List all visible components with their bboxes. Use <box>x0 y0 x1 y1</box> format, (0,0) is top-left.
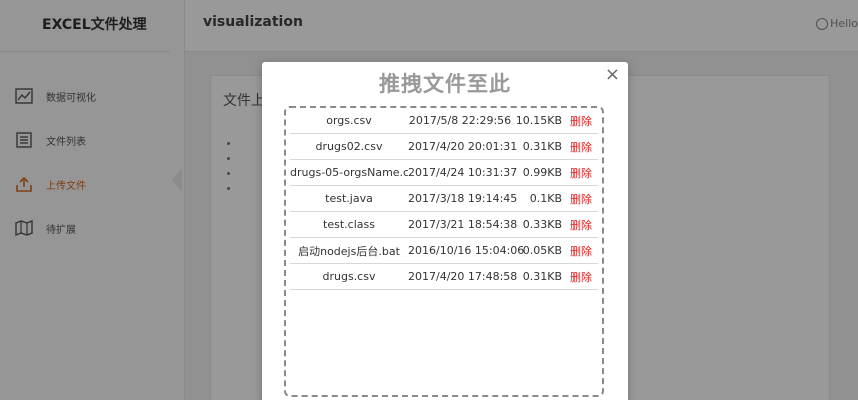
file-size: 0.31KB <box>522 140 562 153</box>
delete-button[interactable]: 删除 <box>566 243 596 259</box>
file-date: 2016/10/16 15:04:06 <box>408 244 525 257</box>
file-size: 0.05KB <box>522 244 562 257</box>
modal-title: 推拽文件至此 <box>379 72 511 96</box>
file-date: 2017/4/20 20:01:31 <box>408 140 518 153</box>
delete-button[interactable]: 删除 <box>566 139 596 155</box>
file-name: test.java <box>325 192 373 205</box>
file-date: 2017/4/20 17:48:58 <box>408 270 518 283</box>
delete-button[interactable]: 删除 <box>566 269 596 285</box>
delete-button[interactable]: 删除 <box>566 165 596 181</box>
file-dropzone[interactable]: orgs.csv 2017/5/8 22:29:56 10.15KB 删除 drugs0… <box>284 106 604 397</box>
file-date: 2017/5/8 22:29:56 <box>408 114 512 127</box>
file-row: drugs.csv 2017/4/20 17:48:58 0.31KB 删除 <box>290 264 598 290</box>
file-list: orgs.csv 2017/5/8 22:29:56 10.15KB 删除 drugs0… <box>290 108 598 290</box>
file-row: drugs02.csv 2017/4/20 20:01:31 0.31KB 删除 <box>290 134 598 160</box>
file-row: 启动nodejs后台.bat 2016/10/16 15:04:06 0.05KB 删… <box>290 238 598 264</box>
file-date: 2017/3/21 18:54:38 <box>408 218 518 231</box>
file-date: 2017/4/24 10:31:37 <box>408 166 518 179</box>
file-size: 0.33KB <box>522 218 562 231</box>
file-row: test.class 2017/3/21 18:54:38 0.33KB 删除 <box>290 212 598 238</box>
file-name: 启动nodejs后台.bat <box>298 244 400 258</box>
file-size: 0.99KB <box>522 166 562 179</box>
file-name: orgs.csv <box>326 114 372 127</box>
file-row: drugs-05-orgsName.csv2017/4/24 10:31:37 0… <box>290 160 598 186</box>
file-size: 10.15KB <box>515 114 562 127</box>
delete-button[interactable]: 删除 <box>566 191 596 207</box>
file-size: 0.1KB <box>529 192 562 205</box>
file-row: test.java 2017/3/18 19:14:45 0.1KB 删除 <box>290 186 598 212</box>
file-name: drugs02.csv <box>315 140 383 153</box>
file-name: test.class <box>323 218 375 231</box>
delete-button[interactable]: 删除 <box>566 113 596 129</box>
file-name: drugs.csv <box>322 270 376 283</box>
file-size: 0.31KB <box>522 270 562 283</box>
delete-button[interactable]: 删除 <box>566 217 596 233</box>
close-icon[interactable]: × <box>605 66 620 84</box>
file-name: drugs-05-orgsName.csv <box>290 166 408 179</box>
file-date: 2017/3/18 19:14:45 <box>408 192 518 205</box>
file-row: orgs.csv 2017/5/8 22:29:56 10.15KB 删除 <box>290 108 598 134</box>
upload-modal: 推拽文件至此 × orgs.csv 2017/5/8 22:29:56 10.15K… <box>262 62 628 400</box>
